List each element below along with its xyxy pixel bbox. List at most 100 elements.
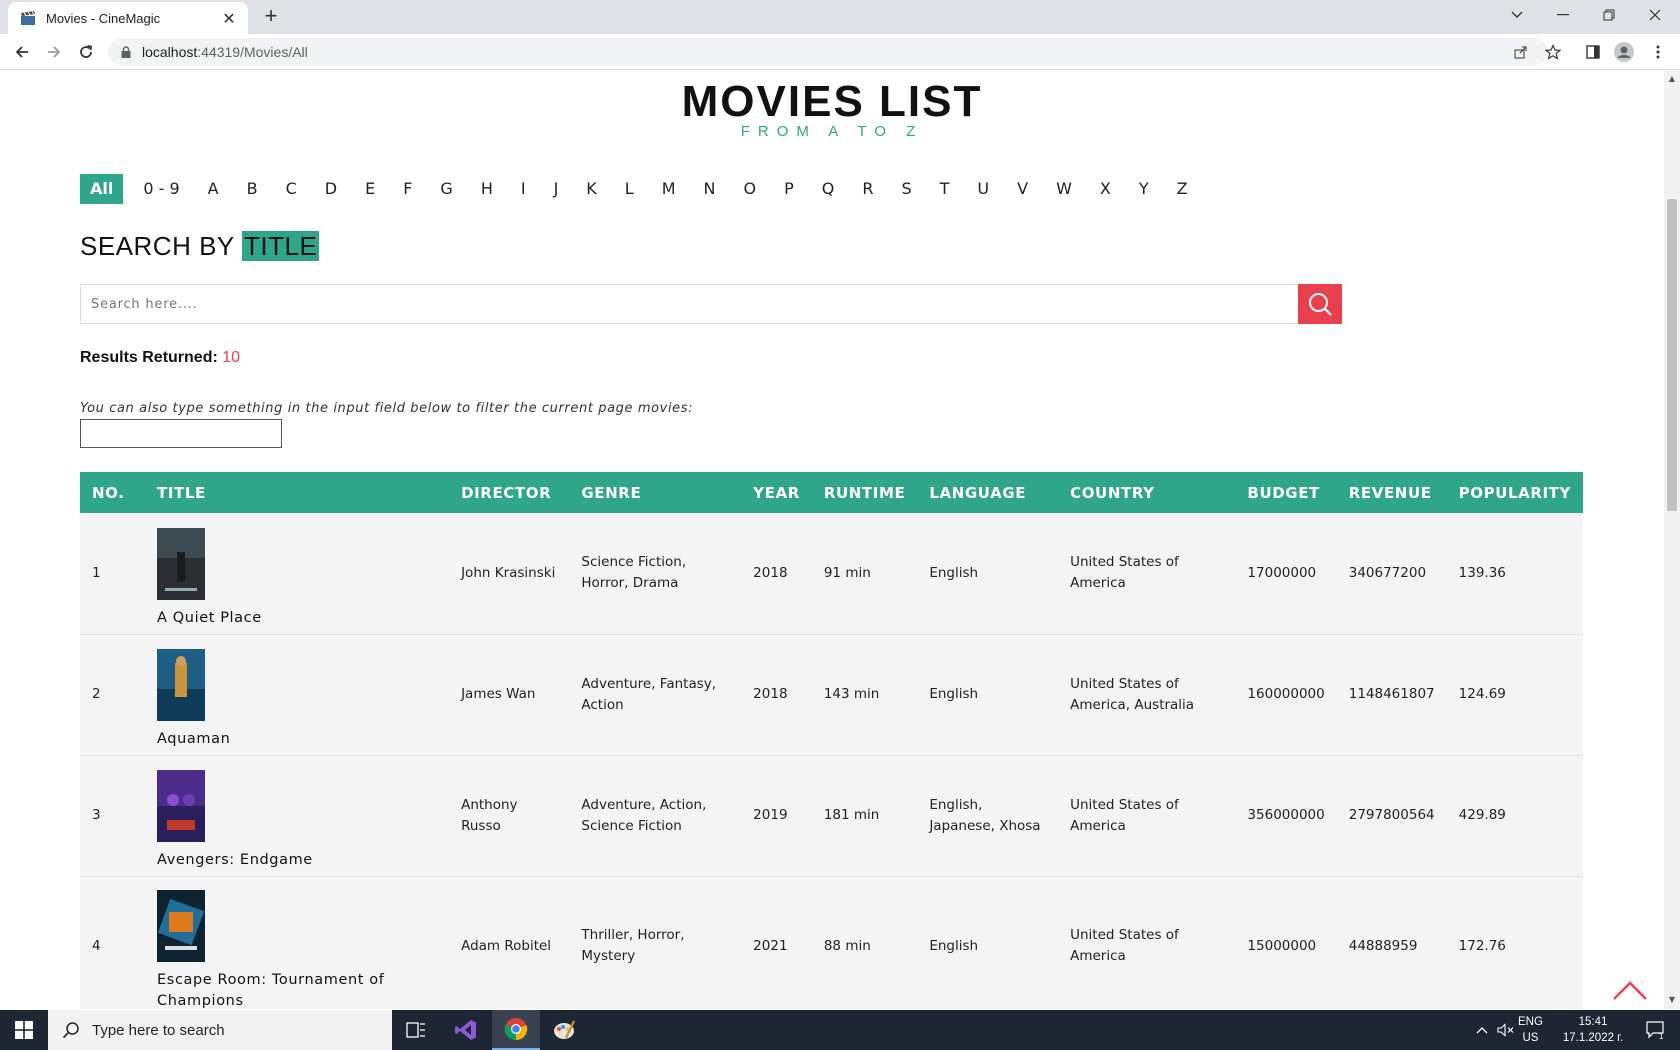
column-header-runtime[interactable]: RUNTIME [812, 472, 917, 513]
scrollbar-thumb[interactable] [1667, 199, 1677, 511]
cell-title: Aquaman [145, 634, 449, 755]
taskbar-search-field[interactable]: Type here to search [48, 1010, 392, 1050]
alphabet-item-d[interactable]: D [311, 174, 351, 204]
column-header-country[interactable]: COUNTRY [1058, 472, 1235, 513]
results-label: Results Returned: [80, 349, 218, 366]
task-view-icon[interactable] [392, 1010, 440, 1050]
taskbar: Type here to search ENG US 15:41 17.1.20… [0, 1010, 1680, 1050]
cell-director: John Krasinski [461, 564, 556, 581]
reload-icon[interactable] [74, 40, 98, 64]
forward-arrow-icon[interactable] [42, 40, 66, 64]
alphabet-item-h[interactable]: H [467, 174, 507, 204]
taskbar-clock[interactable]: 15:41 17.1.2022 г. [1558, 1014, 1628, 1046]
cell-runtime: 91 min [823, 564, 871, 581]
alphabet-item-t[interactable]: T [926, 174, 964, 204]
column-header-revenue[interactable]: REVENUE [1337, 472, 1447, 513]
cell-runtime: 88 min [823, 937, 871, 954]
column-header-year[interactable]: YEAR [741, 472, 812, 513]
alphabet-item-a[interactable]: A [194, 174, 233, 204]
page-scrollbar[interactable]: ▲ ▼ [1664, 71, 1680, 1009]
column-header-director[interactable]: DIRECTOR [449, 472, 569, 513]
column-header-title[interactable]: TITLE [145, 472, 449, 513]
column-header-popularity[interactable]: POPULARITY [1447, 472, 1583, 513]
url-field[interactable]: localhost:44319/Movies/All [108, 38, 1548, 66]
alphabet-item-v[interactable]: V [1003, 174, 1042, 204]
column-header-language[interactable]: LANGUAGE [917, 472, 1058, 513]
cell-revenue: 44888959 [1348, 937, 1418, 954]
column-header-genre[interactable]: GENRE [569, 472, 741, 513]
filter-input[interactable] [80, 419, 282, 448]
browser-tab[interactable]: Movies - CineMagic ✕ [8, 2, 248, 34]
alphabet-item-m[interactable]: M [648, 174, 690, 204]
search-heading-prefix: SEARCH BY [80, 231, 243, 261]
back-arrow-icon[interactable] [10, 40, 34, 64]
column-header-no[interactable]: NO. [80, 472, 145, 513]
back-to-top-button[interactable] [1612, 977, 1648, 1003]
column-header-budget[interactable]: BUDGET [1235, 472, 1336, 513]
new-tab-button[interactable]: + [258, 4, 284, 30]
paint-icon[interactable] [540, 1010, 588, 1050]
alphabet-item-z[interactable]: Z [1163, 174, 1202, 204]
alphabet-item-p[interactable]: P [770, 174, 808, 204]
alphabet-item-y[interactable]: Y [1125, 174, 1163, 204]
movie-title-link[interactable]: Escape Room: Tournament of Champions [157, 970, 437, 1009]
scroll-up-arrow-icon[interactable]: ▲ [1667, 74, 1677, 84]
search-button[interactable] [1298, 284, 1342, 324]
restore-icon[interactable] [1586, 0, 1632, 30]
profile-avatar-icon[interactable] [1614, 42, 1634, 62]
alphabet-item-b[interactable]: B [233, 174, 272, 204]
menu-kebab-icon[interactable] [1648, 42, 1668, 62]
alphabet-item-x[interactable]: X [1086, 174, 1125, 204]
input-language-region: US [1522, 1032, 1539, 1044]
movie-poster[interactable] [157, 527, 206, 600]
speaker-muted-icon[interactable] [1494, 1010, 1518, 1050]
page-title: MOVIES LIST [681, 77, 983, 126]
movie-poster[interactable] [157, 770, 206, 842]
minimize-icon[interactable] [1540, 0, 1586, 30]
alphabet-item-r[interactable]: R [848, 174, 887, 204]
alphabet-item-j[interactable]: J [540, 174, 573, 204]
alphabet-item-l[interactable]: L [611, 174, 648, 204]
cell-title: Escape Room: Tournament of Champions [145, 876, 449, 1009]
alphabet-item-o[interactable]: O [730, 174, 771, 204]
close-window-icon[interactable] [1632, 0, 1678, 30]
alphabet-item-f[interactable]: F [389, 174, 426, 204]
scroll-down-arrow-icon[interactable]: ▼ [1667, 995, 1677, 1005]
cell-revenue: 340677200 [1348, 564, 1427, 581]
cell-year: 2021 [753, 937, 788, 954]
side-panel-icon[interactable] [1583, 42, 1603, 62]
alphabet-item-n[interactable]: N [690, 174, 730, 204]
cell-popularity: 139.36 [1458, 564, 1506, 581]
movie-title-link[interactable]: A Quiet Place [157, 608, 437, 629]
notifications-icon[interactable]: 1 [1632, 1010, 1680, 1050]
alphabet-item-e[interactable]: E [351, 174, 389, 204]
alphabet-item-g[interactable]: G [426, 174, 466, 204]
movie-poster[interactable] [157, 649, 206, 721]
search-input[interactable] [91, 296, 1299, 312]
input-language[interactable]: ENG US [1518, 1014, 1543, 1046]
alphabet-item-c[interactable]: C [272, 174, 311, 204]
movie-title-link[interactable]: Aquaman [157, 729, 437, 750]
visual-studio-icon[interactable] [442, 1010, 490, 1050]
cell-language: English [929, 564, 979, 581]
tab-search-icon[interactable] [1494, 0, 1540, 30]
cell-revenue: 2797800564 [1348, 807, 1435, 823]
bookmark-star-icon[interactable] [1543, 42, 1563, 62]
alphabet-item-w[interactable]: W [1042, 174, 1086, 204]
alphabet-item-k[interactable]: K [572, 174, 611, 204]
alphabet-item-i[interactable]: I [507, 174, 540, 204]
tray-chevron-up-icon[interactable] [1470, 1010, 1494, 1050]
alphabet-item-s[interactable]: S [887, 174, 925, 204]
alphabet-item-0-9[interactable]: 0 - 9 [129, 174, 193, 204]
movie-poster[interactable] [157, 890, 206, 962]
cell-director: Anthony Russo [461, 796, 518, 834]
windows-start-icon[interactable] [0, 1010, 48, 1050]
tab-close-icon[interactable]: ✕ [220, 9, 238, 28]
alphabet-item-u[interactable]: U [963, 174, 1003, 204]
chrome-icon[interactable] [492, 1010, 540, 1050]
cell-director: Adam Robitel [461, 937, 552, 954]
share-icon[interactable] [1511, 42, 1531, 62]
alphabet-item-q[interactable]: Q [808, 174, 849, 204]
movie-title-link[interactable]: Avengers: Endgame [157, 850, 437, 871]
alphabet-item-all[interactable]: All [80, 174, 124, 204]
